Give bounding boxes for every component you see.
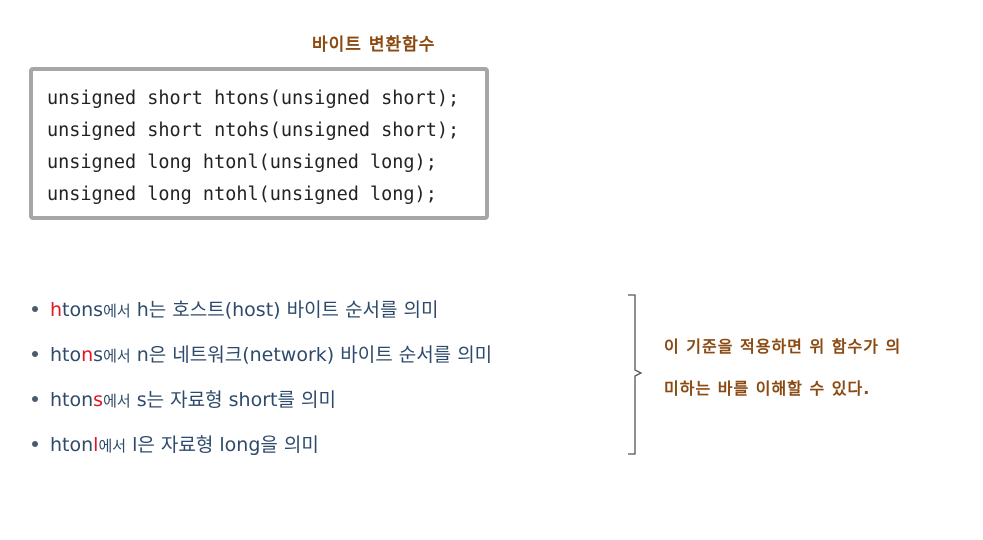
code-line-ntohs: unsigned short ntohs(unsigned short); (47, 120, 460, 141)
bullet-dot-icon (32, 440, 38, 447)
bullet-list: htons에서 h는 호스트(host) 바이트 순서를 의미 htons에서 … (32, 290, 612, 470)
bullet-dot-icon (32, 395, 38, 402)
bullet-text-post: tons (62, 299, 104, 321)
code-line-htonl: unsigned long htonl(unsigned long); (47, 152, 437, 173)
note-line-2: 미하는 바를 이해할 수 있다. (664, 379, 871, 398)
bullet-highlight-letter: h (50, 299, 63, 321)
bullet-text-particle: 에서 (103, 302, 131, 320)
bullet-description: s는 자료형 short를 의미 (130, 389, 336, 411)
explanation-note: 이 기준을 적용하면 위 함수가 의 미하는 바를 이해할 수 있다. (664, 326, 974, 410)
bullet-text-particle: 에서 (98, 437, 127, 455)
bullet-text-pre: hto (50, 344, 82, 366)
bullet-item-l: htonl에서 l은 자료형 long을 의미 (32, 425, 612, 470)
code-line-ntohl: unsigned long ntohl(unsigned long); (47, 184, 437, 205)
bullet-description: h는 호스트(host) 바이트 순서를 의미 (130, 299, 439, 321)
bullet-text-particle: 에서 (103, 347, 131, 365)
bullet-item-n: htons에서 n은 네트워크(network) 바이트 순서를 의미 (32, 335, 612, 380)
code-block: unsigned short htons(unsigned short); un… (29, 67, 489, 220)
bullet-text-particle: 에서 (103, 392, 131, 410)
note-line-1: 이 기준을 적용하면 위 함수가 의 (664, 337, 902, 356)
bullet-dot-icon (32, 305, 38, 312)
right-brace-icon (628, 294, 643, 455)
bullet-text-pre: hton (50, 434, 94, 456)
code-line-htons: unsigned short htons(unsigned short); (47, 88, 460, 109)
bullet-item-h: htons에서 h는 호스트(host) 바이트 순서를 의미 (32, 290, 612, 335)
page-title: 바이트 변환함수 (312, 35, 436, 55)
bullet-item-s: htons에서 s는 자료형 short를 의미 (32, 380, 612, 425)
bullet-description: n은 네트워크(network) 바이트 순서를 의미 (130, 344, 493, 366)
bullet-text-post: s (93, 344, 104, 366)
bullet-highlight-letter: n (81, 344, 94, 366)
bullet-highlight-letter: s (93, 389, 104, 411)
bullet-text-pre: hton (50, 389, 94, 411)
bullet-description: l은 자료형 long을 의미 (126, 434, 319, 456)
bullet-dot-icon (32, 350, 38, 357)
